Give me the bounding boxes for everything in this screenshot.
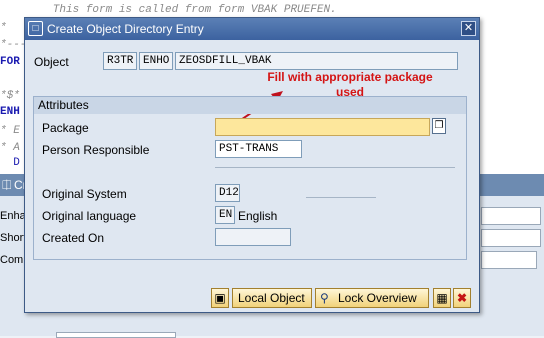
- code-line: This form is called from form VBAK PRUEF…: [0, 4, 337, 16]
- background-field[interactable]: [481, 207, 541, 225]
- code-line: *---: [0, 39, 27, 51]
- lock-overview-button[interactable]: ⚲ Lock Overview: [315, 288, 429, 308]
- original-language-field: EN: [215, 206, 235, 224]
- lock-icon: ⚲: [320, 291, 329, 305]
- dialog-title: Create Object Directory Entry: [47, 22, 204, 36]
- value-help-icon[interactable]: ❐: [432, 118, 446, 134]
- dialog-titlebar[interactable]: □ Create Object Directory Entry ✕: [25, 18, 479, 40]
- attributes-group: Attributes Package ❐ Person Responsible …: [33, 96, 467, 260]
- save-icon[interactable]: ▣: [211, 288, 229, 308]
- created-on-field: [215, 228, 291, 246]
- background-field[interactable]: [481, 251, 537, 269]
- package-label: Package: [42, 121, 89, 135]
- background-field[interactable]: [481, 229, 541, 247]
- code-line: * E: [0, 125, 20, 137]
- background-field[interactable]: [56, 332, 176, 338]
- object-pgmid-field: R3TR: [103, 52, 137, 70]
- code-line: * A: [0, 142, 20, 154]
- create-object-directory-dialog: □ Create Object Directory Entry ✕ Object…: [24, 17, 480, 313]
- original-system-label: Original System: [42, 187, 127, 201]
- local-object-button[interactable]: Local Object: [232, 288, 312, 308]
- person-responsible-input[interactable]: PST-TRANS: [215, 140, 302, 158]
- background-label: Short: [0, 232, 27, 244]
- code-line: *$*: [0, 90, 20, 102]
- window-icon: □: [28, 21, 43, 36]
- cancel-icon[interactable]: ✖: [453, 288, 471, 308]
- original-language-text: English: [238, 209, 278, 223]
- code-line: FOR: [0, 56, 20, 68]
- object-type-field: ENHO: [139, 52, 173, 70]
- separator: [306, 197, 376, 198]
- code-line: *: [0, 22, 7, 34]
- code-line: ENH: [0, 106, 20, 118]
- code-line: D: [0, 157, 20, 169]
- attributes-group-title: Attributes: [34, 97, 466, 114]
- transport-icon[interactable]: ▦: [433, 288, 451, 308]
- object-name-field: ZEOSDFILL_VBAK: [175, 52, 458, 70]
- window-icon: ⎅: [2, 178, 12, 192]
- original-system-field: D12: [215, 184, 240, 202]
- object-label: Object: [34, 55, 69, 69]
- close-icon[interactable]: ✕: [461, 21, 476, 36]
- created-on-label: Created On: [42, 231, 105, 245]
- package-input[interactable]: [215, 118, 430, 136]
- original-language-label: Original language: [42, 209, 137, 223]
- person-responsible-label: Person Responsible: [42, 143, 150, 157]
- separator: [215, 167, 455, 168]
- lock-overview-label: Lock Overview: [338, 291, 417, 305]
